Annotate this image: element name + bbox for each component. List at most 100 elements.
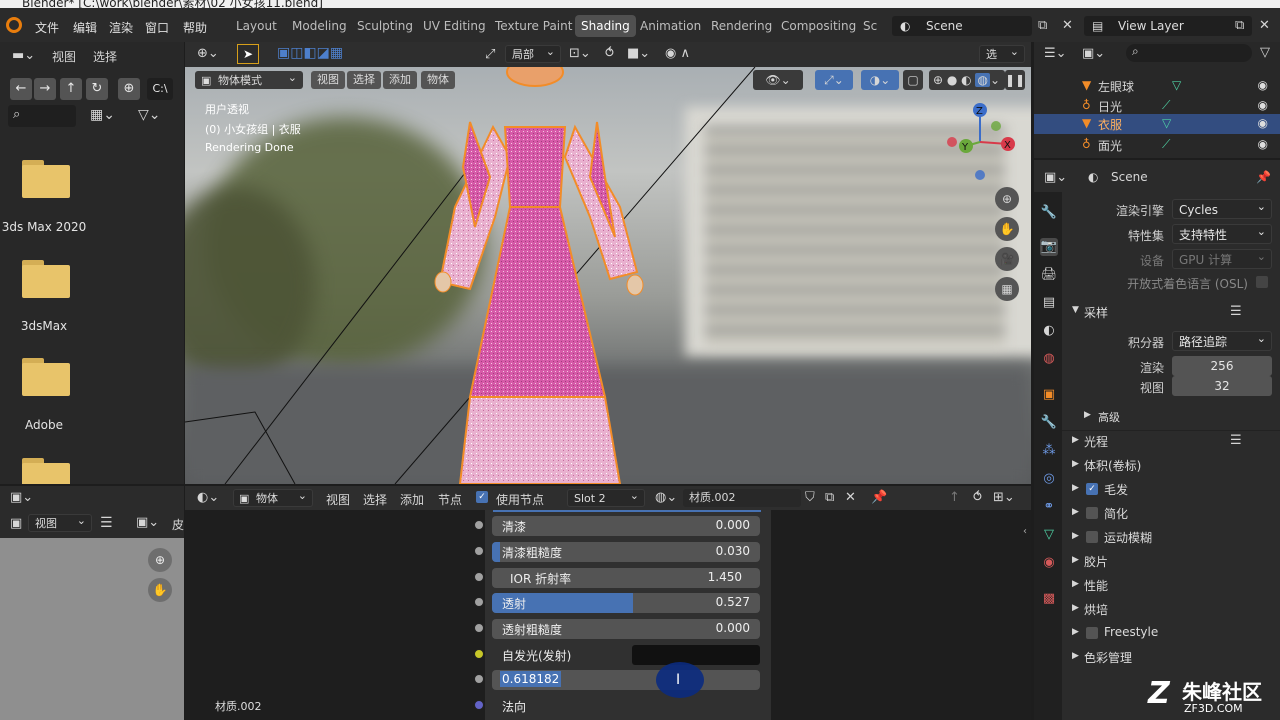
snap-target-icon[interactable]: ■⌄ xyxy=(627,46,650,61)
menu-window[interactable]: 窗口 xyxy=(145,19,169,36)
simplify-checkbox[interactable] xyxy=(1086,507,1098,519)
node-editor-canvas[interactable]: 清漆 0.000 清漆粗糙度 0.030 IOR 折射率 1.450 透射 0.… xyxy=(185,510,1031,720)
editor-type-icon[interactable]: ⊕⌄ xyxy=(197,46,219,61)
tab-layout[interactable]: Layout xyxy=(230,15,283,37)
render-tab-icon[interactable]: 📷 xyxy=(1040,238,1058,256)
pin-icon[interactable]: 📌 xyxy=(871,490,887,505)
image-view-dropdown[interactable]: 视图 xyxy=(28,512,92,532)
display-mode-icon[interactable]: ▣⌄ xyxy=(1082,46,1105,61)
emission-color-swatch[interactable] xyxy=(632,645,760,665)
volumes-panel-header[interactable]: 体积(卷标) xyxy=(1084,457,1141,474)
presets-list-icon[interactable]: ☰ xyxy=(1230,433,1242,448)
refresh-icon[interactable]: ↻ xyxy=(86,78,108,100)
vp-menu-select[interactable]: 选择 xyxy=(347,71,381,89)
output-tab-icon[interactable]: 🖨 xyxy=(1040,266,1058,284)
pin-icon[interactable]: 📌 xyxy=(1256,170,1271,184)
view-layer-tab-icon[interactable]: ▤ xyxy=(1040,294,1058,312)
device-dropdown[interactable]: GPU 计算 xyxy=(1172,247,1272,269)
unlink-material-icon[interactable]: ✕ xyxy=(845,490,856,505)
xray-icon[interactable]: ▢ xyxy=(903,70,923,90)
view-layer-selector[interactable]: ▤ View Layer xyxy=(1084,16,1252,36)
visibility-icon[interactable]: 👁⌄ xyxy=(753,70,803,90)
transform-orientation-dropdown[interactable]: 局部 xyxy=(505,43,561,63)
pan-hand-icon[interactable]: ✋ xyxy=(148,578,172,602)
folder-icon[interactable] xyxy=(22,260,70,298)
folder-icon[interactable] xyxy=(22,358,70,396)
hamburger-menu-icon[interactable]: ☰ xyxy=(100,515,113,531)
shading-mode-icons[interactable]: ⊕ ● ◐ ◍ ⌄ xyxy=(929,70,1005,90)
new-view-layer-icon[interactable]: ⧉ xyxy=(1235,18,1244,33)
object-tab-icon[interactable]: ▣ xyxy=(1040,386,1058,404)
scene-tab-icon[interactable]: ◐ xyxy=(1040,322,1058,340)
parent-dir-icon[interactable]: ↑ xyxy=(60,78,82,100)
pivot-icon[interactable]: ⊡⌄ xyxy=(569,46,591,61)
vp-menu-add[interactable]: 添加 xyxy=(383,71,417,89)
presets-list-icon[interactable]: ☰ xyxy=(1230,304,1242,319)
pause-render-icon[interactable]: ❚❚ xyxy=(1005,70,1025,90)
collapse-chevron-icon[interactable]: ▶ xyxy=(1072,651,1079,661)
editor-type-icon[interactable]: ☰⌄ xyxy=(1044,46,1067,61)
eye-icon[interactable]: ◉ xyxy=(1258,116,1268,130)
input-socket[interactable] xyxy=(474,572,484,582)
light-paths-panel-header[interactable]: 光程 xyxy=(1084,433,1108,450)
collapse-chevron-icon[interactable]: ▶ xyxy=(1084,410,1091,420)
film-panel-header[interactable]: 胶片 xyxy=(1084,553,1108,570)
blender-logo-icon[interactable] xyxy=(6,17,22,33)
world-tab-icon[interactable]: ◍ xyxy=(1040,350,1058,368)
editor-type-icon[interactable]: ▣⌄ xyxy=(1044,170,1067,185)
options-dropdown[interactable]: 选项 xyxy=(979,43,1025,79)
modifier-tab-icon[interactable]: 🔧 xyxy=(1040,414,1058,432)
node-input-editing[interactable]: 0.618182 I xyxy=(474,662,760,698)
editor-type-icon[interactable]: ▣⌄ xyxy=(10,490,33,505)
folder-icon[interactable] xyxy=(22,160,70,198)
color-management-panel-header[interactable]: 色彩管理 xyxy=(1084,649,1132,666)
node-input-clearcoat-roughness[interactable]: 清漆粗糙度 0.030 xyxy=(474,540,760,562)
node-menu-view[interactable]: 视图 xyxy=(326,491,350,508)
snap-icon[interactable]: ⥀ xyxy=(973,490,982,505)
vp-menu-view[interactable]: 视图 xyxy=(311,71,345,89)
tab-scripting[interactable]: Sc xyxy=(857,15,883,37)
render-samples-field[interactable]: 256 xyxy=(1172,356,1272,376)
object-mode-dropdown[interactable]: ▣ 物体模式 xyxy=(195,69,303,89)
new-folder-icon[interactable]: ⊕ xyxy=(118,78,140,100)
zoom-icon[interactable]: ⊕ xyxy=(995,187,1019,211)
eye-icon[interactable]: ◉ xyxy=(1258,98,1268,112)
scene-selector[interactable]: ◐ Scene xyxy=(892,16,1032,36)
collapse-chevron-icon[interactable]: ▶ xyxy=(1072,603,1079,613)
fb-menu-select[interactable]: 选择 xyxy=(93,48,117,65)
tab-uv-editing[interactable]: UV Editing xyxy=(417,15,492,37)
parent-node-tree-icon[interactable]: ↑ xyxy=(949,490,960,505)
eye-icon[interactable]: ◉ xyxy=(1258,78,1268,92)
outliner-row[interactable]: ♁ 日光 ⟋ ◉ xyxy=(1034,96,1280,116)
folder-icon[interactable] xyxy=(22,458,70,484)
tab-compositing[interactable]: Compositing xyxy=(775,15,862,37)
bake-panel-header[interactable]: 烘培 xyxy=(1084,601,1108,618)
input-socket[interactable] xyxy=(474,546,484,556)
sampling-panel-header[interactable]: 采样 xyxy=(1084,304,1108,321)
3d-viewport[interactable]: ▣ 物体模式 视图 选择 添加 物体 用户透视 (0) 小女孩组 | 衣服 Re… xyxy=(185,67,1031,484)
physics-tab-icon[interactable]: ◎ xyxy=(1040,470,1058,488)
collapse-chevron-icon[interactable]: ▶ xyxy=(1072,435,1079,445)
node-menu-select[interactable]: 选择 xyxy=(363,491,387,508)
material-tab-icon[interactable]: ◉ xyxy=(1040,554,1058,572)
navigation-gizmo[interactable]: Z X Y xyxy=(940,102,1020,182)
pan-hand-icon[interactable]: ✋ xyxy=(995,217,1019,241)
perspective-toggle-icon[interactable]: ▦ xyxy=(995,277,1019,301)
back-arrow-icon[interactable]: ← xyxy=(10,78,32,100)
forward-arrow-icon[interactable]: → xyxy=(34,78,56,100)
new-scene-icon[interactable]: ⧉ xyxy=(1038,18,1047,33)
outliner-row-selected[interactable]: ▼ 衣服 ▽ ◉ xyxy=(1034,114,1280,134)
motion-blur-panel-header[interactable]: 运动模糊 xyxy=(1104,529,1152,546)
material-browse-icon[interactable]: ◍⌄ xyxy=(655,490,677,505)
sidebar-toggle-icon[interactable]: ‹ xyxy=(1023,526,1027,537)
number-input-field[interactable]: 0.618182 xyxy=(492,670,760,690)
editor-type-icon[interactable]: ▬⌄ xyxy=(12,48,35,63)
integrator-dropdown[interactable]: 路径追踪 xyxy=(1172,329,1272,351)
render-engine-dropdown[interactable]: Cycles xyxy=(1172,197,1272,219)
node-input-emission[interactable]: 自发光(发射) xyxy=(474,643,760,665)
proportional-edit-icon[interactable]: ◉ ∧ xyxy=(665,46,690,61)
input-socket[interactable] xyxy=(474,623,484,633)
menu-render[interactable]: 渲染 xyxy=(109,19,133,36)
menu-help[interactable]: 帮助 xyxy=(183,19,207,36)
editing-value-text[interactable]: 0.618182 xyxy=(500,671,562,687)
